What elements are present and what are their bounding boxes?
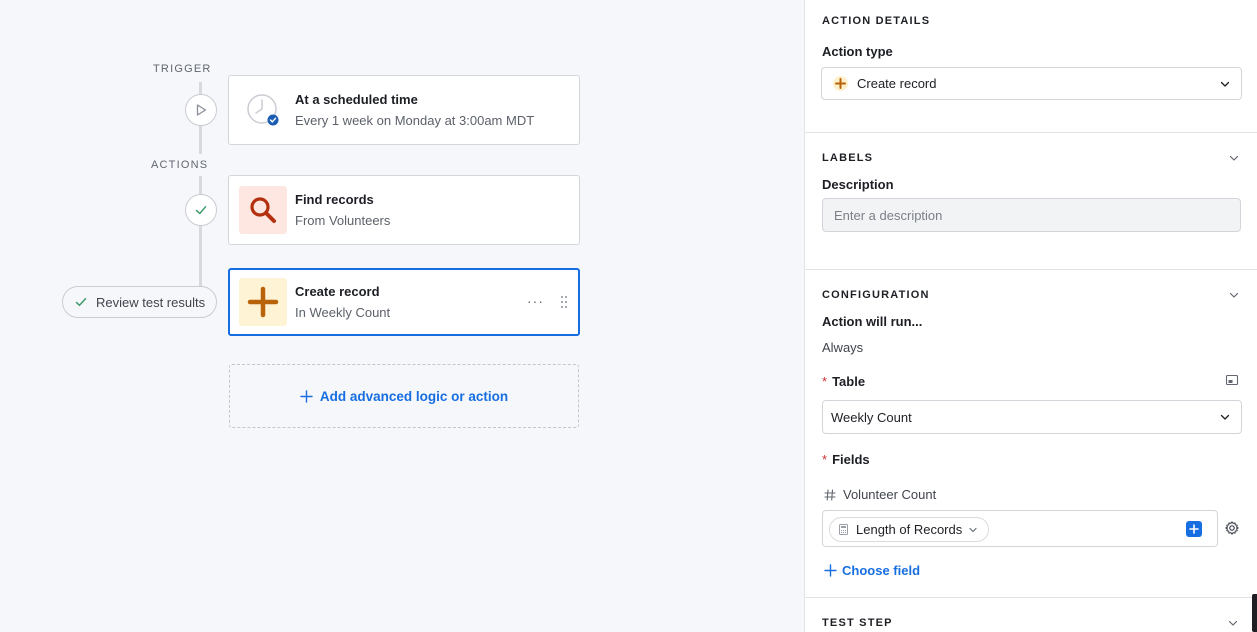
timeline-rail — [199, 124, 202, 154]
action-details-panel: ACTION DETAILS Action type Create record… — [804, 0, 1257, 632]
chevron-down-icon[interactable] — [1228, 288, 1240, 306]
action-details-heading: ACTION DETAILS — [822, 15, 931, 27]
trigger-card-subtitle: Every 1 week on Monday at 3:00am MDT — [295, 113, 535, 128]
action-details-section: ACTION DETAILS Action type Create record — [805, 0, 1257, 133]
fields-label: * Fields — [822, 452, 870, 467]
action-will-run-label: Action will run... — [822, 314, 923, 329]
find-records-title: Find records — [295, 192, 374, 207]
search-icon — [239, 186, 287, 234]
actions-section-label: ACTIONS — [151, 159, 209, 171]
panel-edge-handle — [1252, 594, 1257, 632]
check-icon — [75, 296, 87, 308]
required-asterisk: * — [822, 452, 828, 467]
chevron-down-icon[interactable] — [1227, 616, 1239, 632]
more-options-button[interactable]: ··· — [527, 293, 544, 309]
configuration-heading: CONFIGURATION — [822, 289, 930, 301]
create-record-card[interactable]: Create record In Weekly Count ··· — [228, 268, 580, 336]
add-advanced-logic-button[interactable]: Add advanced logic or action — [229, 364, 579, 428]
chevron-down-icon — [1219, 411, 1231, 426]
labels-heading: LABELS — [822, 152, 874, 164]
test-step-heading: TEST STEP — [822, 617, 893, 629]
chevron-down-icon — [968, 525, 978, 535]
fields-label-text: Fields — [832, 452, 870, 467]
check-icon — [195, 206, 207, 215]
chevron-down-icon — [1219, 78, 1231, 93]
create-record-title: Create record — [295, 284, 380, 299]
table-select[interactable]: Weekly Count — [822, 400, 1242, 434]
choose-field-label: Choose field — [842, 563, 921, 578]
play-icon — [196, 104, 207, 116]
length-of-records-token[interactable]: Length of Records — [829, 517, 990, 542]
action-type-select[interactable]: Create record — [821, 67, 1242, 100]
insert-token-button[interactable] — [1186, 521, 1202, 537]
review-test-results-label: Review test results — [96, 294, 206, 310]
gear-icon[interactable] — [1225, 521, 1239, 540]
field-name-label: Volunteer Count — [843, 487, 937, 502]
clock-icon — [239, 86, 287, 134]
find-records-card[interactable]: Find records From Volunteers — [228, 175, 580, 245]
timeline-rail — [199, 176, 202, 194]
find-records-subtitle: From Volunteers — [295, 213, 391, 228]
trigger-card-title: At a scheduled time — [295, 92, 418, 107]
expand-table-icon[interactable] — [1225, 373, 1239, 392]
field-name-row: Volunteer Count — [824, 487, 936, 502]
choose-field-button[interactable]: Choose field — [824, 563, 920, 578]
timeline-rail — [199, 224, 202, 286]
trigger-card[interactable]: At a scheduled time Every 1 week on Mond… — [228, 75, 580, 145]
add-advanced-logic-label: Add advanced logic or action — [319, 388, 509, 404]
automation-canvas: TRIGGER ACTIONS At a scheduled time Ever… — [0, 0, 804, 632]
plus-icon — [824, 564, 837, 577]
chevron-down-icon[interactable] — [1228, 151, 1240, 169]
token-label: Length of Records — [856, 522, 963, 537]
create-record-subtitle: In Weekly Count — [295, 305, 391, 320]
action-type-label: Action type — [822, 44, 893, 59]
calculator-icon — [839, 524, 848, 535]
plus-icon — [300, 389, 313, 403]
trigger-section-label: TRIGGER — [153, 63, 212, 75]
action-will-run-value: Always — [822, 340, 864, 355]
number-field-icon — [824, 488, 836, 501]
plus-icon — [833, 76, 848, 91]
drag-handle-icon[interactable] — [560, 295, 568, 314]
review-test-results-button[interactable]: Review test results — [62, 286, 217, 318]
required-asterisk: * — [822, 374, 828, 389]
table-label: * Table — [822, 374, 865, 389]
description-input[interactable]: Enter a description — [822, 198, 1241, 232]
action-type-value: Create record — [857, 76, 937, 91]
find-records-status-node — [185, 194, 217, 226]
field-value-input[interactable]: Length of Records — [822, 510, 1218, 547]
table-label-text: Table — [832, 374, 866, 389]
description-label: Description — [822, 177, 894, 192]
table-value: Weekly Count — [831, 409, 912, 425]
trigger-play-node[interactable] — [185, 94, 217, 126]
plus-icon — [239, 278, 287, 326]
